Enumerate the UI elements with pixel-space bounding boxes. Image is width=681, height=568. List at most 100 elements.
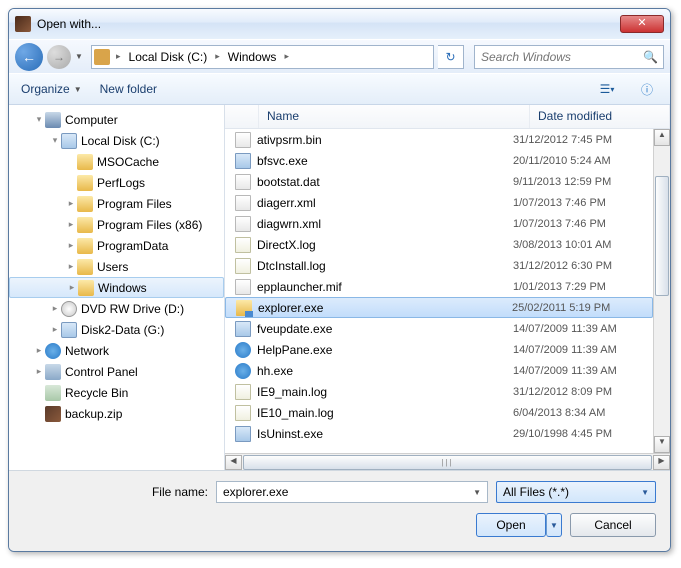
tree-item[interactable]: ▾Local Disk (C:) — [9, 130, 224, 151]
window-title: Open with... — [37, 17, 620, 31]
tree-item[interactable]: ▸DVD RW Drive (D:) — [9, 298, 224, 319]
file-date: 29/10/1998 4:45 PM — [513, 428, 653, 440]
expand-icon[interactable]: ▸ — [65, 198, 77, 209]
search-input[interactable] — [481, 50, 643, 64]
titlebar[interactable]: Open with... ✕ — [9, 9, 670, 39]
cancel-button[interactable]: Cancel — [570, 513, 656, 537]
tree-item[interactable]: PerfLogs — [9, 172, 224, 193]
file-icon — [235, 153, 251, 169]
tree-label: Control Panel — [65, 365, 138, 379]
forward-button[interactable]: → — [47, 45, 71, 69]
column-icon[interactable] — [225, 105, 259, 128]
expand-icon[interactable]: ▸ — [49, 303, 61, 314]
file-row[interactable]: IE9_main.log31/12/2012 8:09 PM — [225, 381, 653, 402]
tree-label: PerfLogs — [97, 176, 145, 190]
expand-icon[interactable]: ▸ — [49, 324, 61, 335]
view-menu[interactable]: ☰ ▾ — [596, 78, 618, 100]
file-row[interactable]: hh.exe14/07/2009 11:39 AM — [225, 360, 653, 381]
folder-tree[interactable]: ▾Computer▾Local Disk (C:) MSOCache PerfLog… — [9, 105, 225, 470]
file-date: 1/07/2013 7:46 PM — [513, 197, 653, 209]
file-name: IE9_main.log — [257, 385, 513, 399]
tree-item[interactable]: ▸ProgramData — [9, 235, 224, 256]
file-name: IsUninst.exe — [257, 427, 513, 441]
file-icon — [235, 426, 251, 442]
file-row[interactable]: epplauncher.mif1/01/2013 7:29 PM — [225, 276, 653, 297]
back-button[interactable]: ← — [15, 43, 43, 71]
breadcrumb-arrow[interactable]: ▸ — [114, 51, 123, 62]
scroll-thumb[interactable] — [655, 176, 669, 296]
file-row[interactable]: HelpPane.exe14/07/2009 11:39 AM — [225, 339, 653, 360]
breadcrumb-seg-windows[interactable]: Windows — [222, 46, 283, 68]
tree-item[interactable]: ▸Program Files — [9, 193, 224, 214]
tree-item[interactable]: ▸Users — [9, 256, 224, 277]
refresh-button[interactable]: ↻ — [438, 45, 464, 69]
tree-item[interactable]: MSOCache — [9, 151, 224, 172]
file-row[interactable]: explorer.exe25/02/2011 5:19 PM — [225, 297, 653, 318]
filetype-filter[interactable]: All Files (*.*) ▼ — [496, 481, 656, 503]
search-box[interactable]: 🔍 — [474, 45, 664, 69]
new-folder-button[interactable]: New folder — [100, 82, 157, 96]
file-date: 20/11/2010 5:24 AM — [513, 155, 653, 167]
expand-icon[interactable]: ▸ — [65, 240, 77, 251]
expand-icon[interactable]: ▸ — [65, 219, 77, 230]
breadcrumb-arrow[interactable]: ▸ — [213, 51, 222, 62]
file-row[interactable]: fveupdate.exe14/07/2009 11:39 AM — [225, 318, 653, 339]
file-row[interactable]: diagwrn.xml1/07/2013 7:46 PM — [225, 213, 653, 234]
breadcrumb-arrow[interactable]: ▸ — [282, 51, 291, 62]
command-bar: Organize ▼ New folder ☰ ▾ ⓘ — [9, 73, 670, 105]
filename-input[interactable] — [223, 485, 473, 499]
open-button[interactable]: Open — [476, 513, 546, 537]
expand-icon[interactable]: ▾ — [33, 114, 45, 125]
dvd-icon — [61, 301, 77, 317]
folder-icon — [78, 280, 94, 296]
filename-field[interactable]: ▼ — [216, 481, 488, 503]
folder-icon — [77, 259, 93, 275]
expand-icon[interactable]: ▸ — [65, 261, 77, 272]
file-icon — [236, 300, 252, 316]
tree-item[interactable]: Recycle Bin — [9, 382, 224, 403]
file-date: 25/02/2011 5:19 PM — [512, 302, 652, 314]
tree-item[interactable]: ▸Windows — [9, 277, 224, 298]
expand-icon[interactable]: ▸ — [33, 345, 45, 356]
file-row[interactable]: IsUninst.exe29/10/1998 4:45 PM — [225, 423, 653, 444]
expand-icon[interactable]: ▾ — [49, 135, 61, 146]
tree-item[interactable]: ▸Disk2-Data (G:) — [9, 319, 224, 340]
file-row[interactable]: IE10_main.log6/04/2013 8:34 AM — [225, 402, 653, 423]
tree-label: MSOCache — [97, 155, 159, 169]
file-row[interactable]: DtcInstall.log31/12/2012 6:30 PM — [225, 255, 653, 276]
scroll-down-button[interactable]: ▼ — [654, 436, 670, 453]
tree-item[interactable]: ▾Computer — [9, 109, 224, 130]
filename-dropdown-icon[interactable]: ▼ — [473, 488, 481, 497]
expand-icon[interactable]: ▸ — [33, 366, 45, 377]
scroll-up-button[interactable]: ▲ — [654, 129, 670, 146]
organize-menu[interactable]: Organize ▼ — [21, 82, 82, 96]
scroll-left-button[interactable]: ◀ — [225, 455, 242, 470]
folder-icon — [94, 49, 110, 65]
scroll-thumb[interactable]: ||| — [243, 455, 652, 470]
expand-icon[interactable]: ▸ — [66, 282, 78, 293]
file-name: IE10_main.log — [257, 406, 513, 420]
tree-item[interactable]: ▸Network — [9, 340, 224, 361]
vertical-scrollbar[interactable]: ▲ ▼ — [653, 129, 670, 453]
open-dropdown[interactable]: ▼ — [546, 513, 562, 537]
tree-item[interactable]: ▸Program Files (x86) — [9, 214, 224, 235]
column-date[interactable]: Date modified — [530, 105, 670, 128]
address-bar[interactable]: ▸ Local Disk (C:) ▸ Windows ▸ — [91, 45, 434, 69]
tree-item[interactable]: backup.zip — [9, 403, 224, 424]
file-row[interactable]: bfsvc.exe20/11/2010 5:24 AM — [225, 150, 653, 171]
tree-item[interactable]: ▸ Control Panel — [9, 361, 224, 382]
file-date: 14/07/2009 11:39 AM — [513, 344, 653, 356]
file-row[interactable]: ativpsrm.bin31/12/2012 7:45 PM — [225, 129, 653, 150]
file-row[interactable]: diagerr.xml1/07/2013 7:46 PM — [225, 192, 653, 213]
file-row[interactable]: DirectX.log3/08/2013 10:01 AM — [225, 234, 653, 255]
scroll-right-button[interactable]: ▶ — [653, 455, 670, 470]
history-dropdown[interactable]: ▼ — [75, 52, 87, 61]
file-row[interactable]: bootstat.dat9/11/2013 12:59 PM — [225, 171, 653, 192]
breadcrumb-seg-drive[interactable]: Local Disk (C:) — [123, 46, 214, 68]
file-date: 31/12/2012 8:09 PM — [513, 386, 653, 398]
close-button[interactable]: ✕ — [620, 15, 664, 33]
file-name: bootstat.dat — [257, 175, 513, 189]
column-name[interactable]: Name — [259, 105, 530, 128]
help-button[interactable]: ⓘ — [636, 78, 658, 100]
horizontal-scrollbar[interactable]: ◀ ||| ▶ — [225, 453, 670, 470]
